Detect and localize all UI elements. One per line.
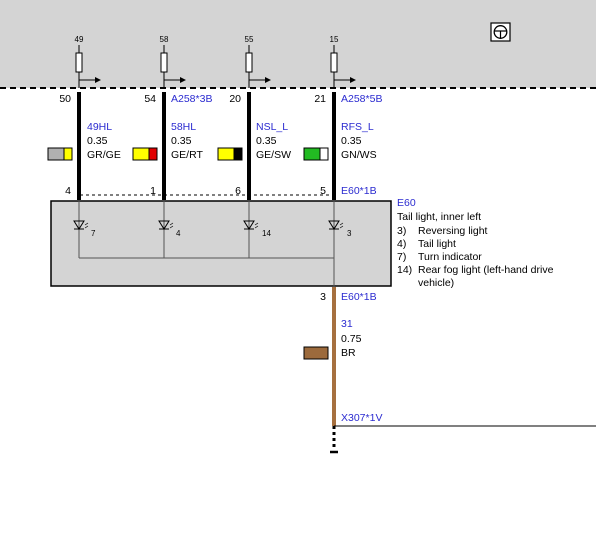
ground-circuit[interactable]: 31 [341,318,353,330]
wire-connector-bottom[interactable]: E60*1B [341,185,377,197]
ground-terminal [330,426,338,454]
wire-pin-top: 21 [314,93,326,105]
function-text: Reversing light [418,225,488,237]
wire-color-swatch [47,147,73,161]
wire-connector-top[interactable]: A258*5B [341,93,382,105]
function-num: 3) [397,225,406,237]
wire-circuit[interactable]: 49HL [87,121,112,133]
diagram-canvas: 49 58 55 15 50 54 49HL 0.35 GR/GE 4 A258… [0,0,596,454]
lamp-number: 4 [176,229,181,238]
ground-connector[interactable]: E60*1B [341,291,377,303]
lamp-number: 3 [347,229,352,238]
function-text: Tail light [418,238,456,250]
wire-pin-top: 54 [144,93,156,105]
wire-pin-top: 20 [229,93,241,105]
wire-color-code: GN/WS [341,149,377,161]
ground-color-swatch [303,346,329,360]
component-id[interactable]: E60 [397,197,416,209]
steering-wheel-icon[interactable] [490,22,511,42]
wire-color-code: GE/RT [171,149,203,161]
wire-gauge: 0.35 [87,135,108,147]
function-text-cont: vehicle) [418,277,454,289]
wire-gauge: 0.35 [171,135,192,147]
wire-pin-top: 50 [59,93,71,105]
function-text: Rear fog light (left-hand drive [418,264,554,276]
wire-gauge: 0.35 [256,135,277,147]
component-name: Tail light, inner left [397,211,481,223]
wire-connector-top[interactable]: A258*3B [171,93,212,105]
top-pin-label: 55 [245,35,254,44]
wire-color-swatch [303,147,329,161]
ground-gauge: 0.75 [341,333,362,345]
top-pin-label: 15 [330,35,339,44]
wire-pin-bottom: 5 [320,185,326,197]
wire-circuit[interactable]: 58HL [171,121,196,133]
function-text: Turn indicator [418,251,482,263]
function-num: 7) [397,251,406,263]
function-num: 4) [397,238,406,250]
end-connector[interactable]: X307*1V [341,412,382,424]
component-functions: 3) Reversing light 4) Tail light 7) Turn… [397,225,554,289]
function-num: 14) [397,264,412,276]
lamp-number: 7 [91,229,96,238]
wire-pin-bottom: 4 [65,185,71,197]
wire-color-code: GE/SW [256,149,291,161]
component-box[interactable] [50,200,392,287]
wire-pin-bottom: 1 [150,185,156,197]
wire-color-code: GR/GE [87,149,121,161]
wire-gauge: 0.35 [341,135,362,147]
wire-pin-bottom: 6 [235,185,241,197]
top-pin-label: 58 [160,35,169,44]
wire-color-swatch [217,147,243,161]
ground-color-code: BR [341,347,356,359]
ground-pin: 3 [320,291,326,303]
lamp-number: 14 [262,229,271,238]
upstream-area [0,0,596,88]
top-pin-label: 49 [75,35,84,44]
wire-circuit[interactable]: NSL_L [256,121,288,133]
wire-circuit[interactable]: RFS_L [341,121,374,133]
wire-color-swatch [132,147,158,161]
wiring-diagram: 49 58 55 15 50 54 49HL 0.35 GR/GE 4 A258… [0,0,596,541]
